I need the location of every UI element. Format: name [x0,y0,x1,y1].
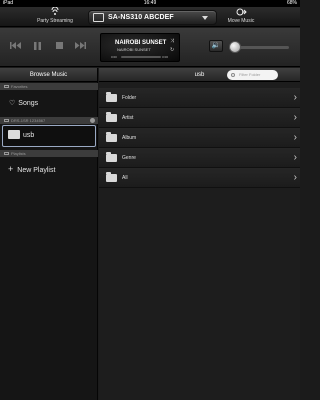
list-item[interactable]: Folder › [99,88,300,108]
favorites-header-label: Favorites [11,84,28,89]
party-streaming-button[interactable]: Party Streaming [27,6,83,27]
next-icon [75,42,86,49]
chevron-right-icon: › [293,172,297,183]
move-music-label: Move Music [227,18,255,24]
playlists-section-icon [4,152,9,156]
chevron-right-icon: › [293,112,297,123]
remaining-time: 0:00 [162,55,168,59]
volume-icon[interactable]: 🔉 [209,40,223,52]
folder-icon [106,152,117,162]
stop-button[interactable] [52,42,66,54]
new-playlist-button[interactable]: + New Playlist [0,162,98,176]
volume-knob[interactable] [229,41,241,53]
pause-button[interactable] [30,42,44,54]
list-item-label: All [122,175,128,181]
search-icon [231,73,235,77]
usb-label: usb [23,132,35,139]
elapsed-time: 0:00 [111,55,117,59]
folder-icon [106,92,117,102]
list-item-label: Genre [122,155,136,161]
list-item[interactable]: Genre › [99,148,300,168]
chevron-right-icon: › [293,152,297,163]
sidebar-item-songs[interactable]: ♡ Songs [0,97,98,111]
app-header: Party Streaming SA-NS310 ABCDEF Move Mus… [0,6,300,27]
shuffle-icon[interactable]: ⤨ [170,38,174,44]
track-progress-bar[interactable] [121,56,161,58]
list-item-label: Folder [122,95,137,101]
chevron-down-icon [202,16,208,20]
plus-icon: + [8,164,14,174]
songs-label: Songs [18,100,39,107]
status-bar: iPad 16:49 68% [0,0,300,7]
playlists-section-header: Playlists [0,150,98,157]
party-streaming-icon [27,6,83,18]
move-music-button[interactable]: Move Music [211,7,271,27]
clock: 16:49 [143,0,157,6]
heart-icon: ♡ [9,100,16,107]
move-music-icon [211,7,271,18]
speaker-device-icon [93,13,104,22]
track-title: NAIROBI SUNSET [115,40,167,46]
volume-slider[interactable] [229,41,289,53]
now-playing-panel[interactable]: NAIROBI SUNSET NAIROBI SUNSET 0:00 0:00 … [100,33,180,62]
browse-main-panel: usb Filter Folder Folder › Artist › Albu… [99,68,300,400]
folder-icon [106,172,117,182]
next-track-button[interactable] [73,42,87,54]
previous-icon [10,42,21,49]
favorites-section-icon [4,85,9,89]
list-item[interactable]: Album › [99,128,300,148]
previous-track-button[interactable] [9,42,23,54]
browse-sidebar: Browse Music Favorites ♡ Songs DRS-1SR 12… [0,68,98,400]
playlists-header-label: Playlists [11,151,26,156]
chevron-right-icon: › [293,132,297,143]
list-item-label: Album [122,135,137,141]
speaker-selector[interactable]: SA-NS310 ABCDEF [88,10,217,25]
server-header-label: DRS-1SR 1234567 [11,118,46,123]
stop-icon [55,42,63,49]
track-subtitle: NAIROBI SUNSET [117,47,151,52]
server-section-header: DRS-1SR 1234567 [0,117,98,124]
device-icon [4,119,9,123]
info-icon[interactable] [90,118,95,123]
new-playlist-label: New Playlist [17,167,56,174]
filter-placeholder: Filter Folder [239,72,261,77]
battery-level: 68% [286,0,297,6]
repeat-icon[interactable]: ↻ [170,47,174,53]
folder-icon [106,112,117,122]
favorites-section-header: Favorites [0,83,98,90]
list-item-label: Artist [122,115,134,121]
filter-folder-input[interactable]: Filter Folder [227,70,278,80]
main-header: usb Filter Folder [99,68,300,82]
list-item[interactable]: All › [99,168,300,188]
sidebar-title: Browse Music [0,68,97,82]
folder-icon [106,132,117,142]
folder-icon [8,129,20,139]
sidebar-item-usb[interactable]: usb [2,125,96,147]
player-bar: NAIROBI SUNSET NAIROBI SUNSET 0:00 0:00 … [0,28,300,67]
list-item[interactable]: Artist › [99,108,300,128]
chevron-right-icon: › [293,92,297,103]
pause-icon [33,42,41,50]
party-streaming-label: Party Streaming [37,18,73,24]
speaker-name: SA-NS310 ABCDEF [108,14,174,21]
